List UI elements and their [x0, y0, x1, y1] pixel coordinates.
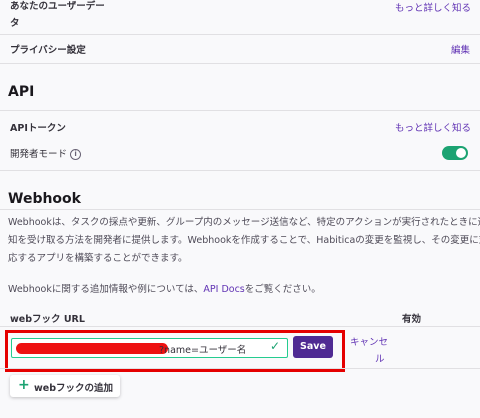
- user-data-learn-more-link[interactable]: もっと詳しく知る: [395, 0, 471, 14]
- developer-mode-row: 開発者モード i: [10, 146, 82, 160]
- api-docs-link[interactable]: API Docs: [203, 284, 244, 295]
- divider: [0, 170, 480, 171]
- privacy-edit-link[interactable]: 編集: [451, 42, 470, 56]
- divider: [0, 326, 480, 327]
- save-button[interactable]: Save: [293, 336, 333, 358]
- divider: [0, 368, 480, 369]
- valid-check-icon: ✓: [270, 339, 281, 353]
- privacy-settings-label: プライバシー設定: [10, 45, 86, 56]
- divider: [0, 63, 480, 64]
- cancel-link[interactable]: キャンセ ル: [350, 334, 388, 368]
- webhook-url-column-header: webフック URL: [10, 314, 85, 325]
- developer-mode-label: 開発者モード: [10, 149, 68, 160]
- webhook-url-input[interactable]: ?name=ユーザー名 ✓: [11, 338, 288, 358]
- redacted-url: [16, 343, 168, 354]
- api-token-learn-more-link[interactable]: もっと詳しく知る: [395, 120, 471, 134]
- webhook-info-text: Webhookに関する追加情報や例については、API Docsをご覧ください。: [8, 284, 321, 295]
- webhook-url-suffix: ?name=ユーザー名: [159, 345, 247, 356]
- enabled-column-header: 有効: [402, 314, 422, 325]
- user-data-label: あなたのユーザーデー タ: [10, 1, 105, 29]
- add-webhook-button[interactable]: + webフックの追加: [10, 375, 120, 397]
- divider: [0, 34, 480, 35]
- divider: [0, 110, 480, 111]
- add-webhook-label: webフックの追加: [34, 383, 114, 394]
- webhook-section-title: Webhook: [8, 191, 81, 207]
- api-section-title: API: [8, 84, 35, 100]
- developer-mode-toggle[interactable]: [442, 146, 468, 160]
- webhook-description: Webhookは、タスクの採点や更新、グループ内のメッセージ送信など、特定のアク…: [8, 217, 480, 264]
- toggle-knob: [456, 148, 466, 158]
- api-token-label: APIトークン: [10, 123, 66, 134]
- info-icon[interactable]: i: [70, 149, 82, 160]
- divider: [0, 209, 480, 210]
- plus-icon: +: [18, 377, 30, 393]
